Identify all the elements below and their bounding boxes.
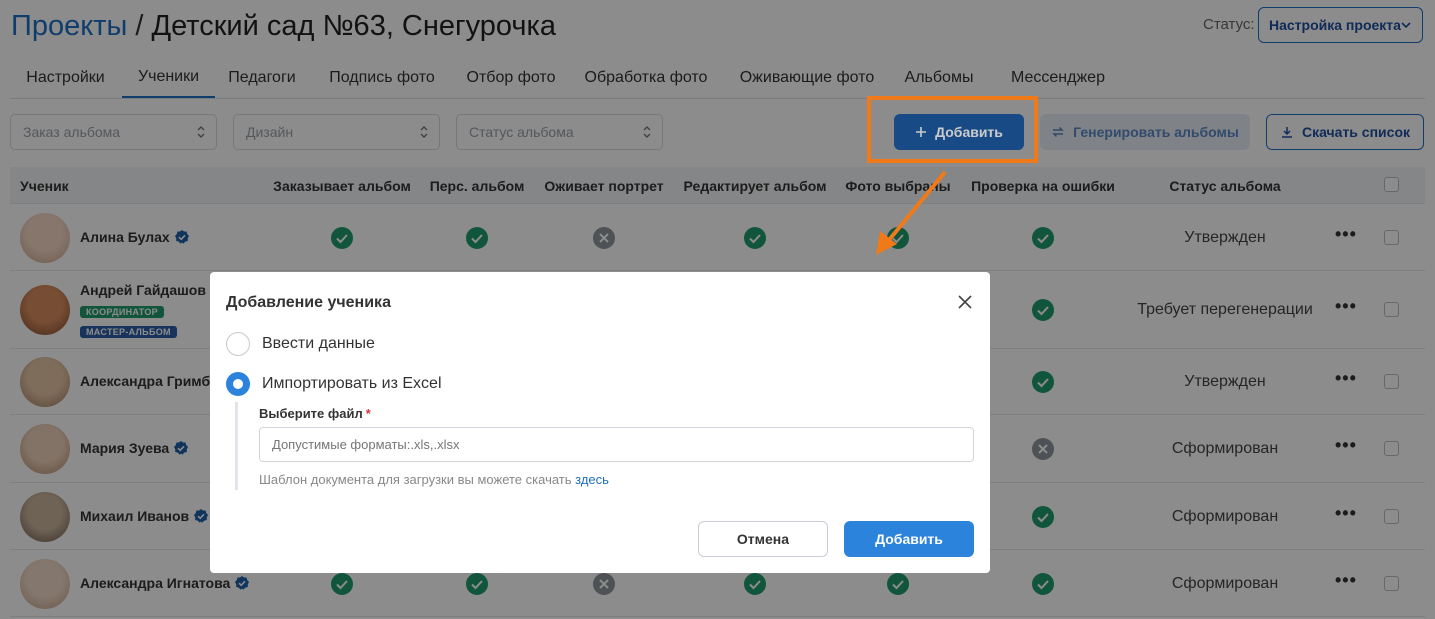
modal-title: Добавление ученика: [226, 294, 391, 311]
file-field-label: Выберите файл *: [259, 406, 371, 421]
template-download-link[interactable]: здесь: [575, 472, 609, 487]
submit-add-button[interactable]: Добавить: [844, 521, 974, 557]
option-import-excel[interactable]: Импортировать из Excel: [226, 372, 442, 396]
radio-manual-entry[interactable]: [226, 332, 250, 356]
highlight-annotation-box: [867, 96, 1038, 163]
option-manual-entry[interactable]: Ввести данные: [226, 332, 375, 356]
hint-text: Шаблон документа для загрузки вы можете …: [259, 472, 572, 487]
option-manual-label: Ввести данные: [262, 335, 375, 352]
required-mark: *: [365, 406, 371, 421]
radio-import-excel[interactable]: [226, 372, 250, 396]
option-guide-line: [235, 402, 238, 490]
option-excel-label: Импортировать из Excel: [262, 375, 442, 392]
template-hint: Шаблон документа для загрузки вы можете …: [259, 472, 609, 487]
close-icon[interactable]: [955, 292, 975, 312]
file-input[interactable]: [259, 427, 974, 462]
add-student-modal: Добавление ученика Ввести данные Импорти…: [210, 272, 990, 573]
cancel-button[interactable]: Отмена: [698, 521, 828, 557]
file-label-text: Выберите файл: [259, 406, 363, 421]
